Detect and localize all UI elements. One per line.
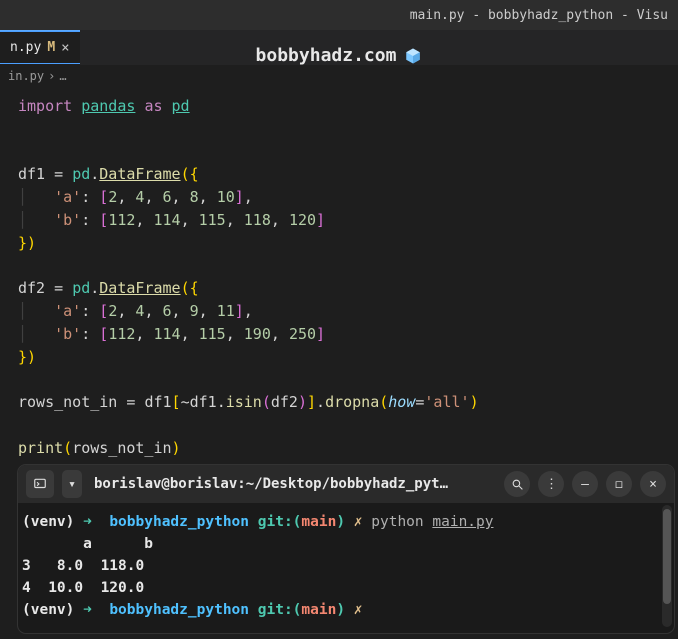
close-icon[interactable]: ×: [61, 40, 69, 56]
fn-print: print: [18, 439, 63, 457]
term-cmd-file: main.py: [432, 514, 493, 530]
num: 115: [199, 325, 226, 343]
var-df1: df1: [144, 393, 171, 411]
term-cmd: python: [371, 514, 423, 530]
term-venv: (venv): [22, 514, 74, 530]
term-output-row: 4 10.0 120.0: [22, 580, 144, 596]
var-df1: df1: [190, 393, 217, 411]
var-df2: df2: [18, 279, 45, 297]
obj-pd: pd: [72, 165, 90, 183]
num: 118: [244, 211, 271, 229]
num: 112: [108, 325, 135, 343]
scrollbar-thumb[interactable]: [663, 509, 671, 604]
terminal-icon: [33, 477, 47, 491]
var-df1: df1: [18, 165, 45, 183]
op-tilde: ~: [181, 393, 190, 411]
num: 190: [244, 325, 271, 343]
terminal-menu-button[interactable]: ⋮: [538, 471, 564, 497]
op-eq: =: [54, 279, 63, 297]
op-dot: .: [90, 165, 99, 183]
terminal-header: ▾ borislav@borislav:~/Desktop/bobbyhadz_…: [18, 465, 674, 503]
op-eq: =: [126, 393, 135, 411]
term-branch: main: [301, 514, 336, 530]
module-pandas: pandas: [81, 97, 135, 115]
key-b: 'b': [54, 325, 81, 343]
terminal-panel: ▾ borislav@borislav:~/Desktop/bobbyhadz_…: [18, 465, 674, 633]
maximize-icon: ◻: [615, 477, 623, 492]
op-dot: .: [90, 279, 99, 297]
term-output-header: a b: [22, 536, 153, 552]
num: 115: [199, 211, 226, 229]
num: 2: [108, 302, 117, 320]
term-dir: bobbyhadz_python: [109, 602, 249, 618]
term-arrow-icon: ➜: [83, 514, 92, 530]
window-title: main.py - bobbyhadz_python - Visu: [410, 8, 668, 23]
breadcrumb[interactable]: in.py › …: [0, 65, 678, 87]
term-output-row: 3 8.0 118.0: [22, 558, 144, 574]
key-a: 'a': [54, 302, 81, 320]
search-icon: [511, 478, 524, 491]
num: 8: [190, 188, 199, 206]
kebab-menu-icon: ⋮: [545, 477, 557, 492]
num: 9: [190, 302, 199, 320]
breadcrumb-more: …: [59, 69, 66, 83]
num: 10: [217, 188, 235, 206]
param-how: how: [388, 393, 415, 411]
num: 112: [108, 211, 135, 229]
fn-dropna: dropna: [325, 393, 379, 411]
terminal-close-button[interactable]: ×: [640, 471, 666, 497]
editor-tab-bar: n.py M ×: [0, 30, 678, 65]
fn-dataframe: DataFrame: [99, 165, 180, 183]
terminal-body[interactable]: (venv) ➜ bobbyhadz_python git:(main) ✗ p…: [18, 503, 674, 633]
terminal-scrollbar[interactable]: [662, 505, 672, 627]
alias-pd: pd: [172, 97, 190, 115]
term-git: git:: [258, 602, 293, 618]
num: 2: [108, 188, 117, 206]
terminal-search-button[interactable]: [504, 471, 530, 497]
breadcrumb-file: in.py: [8, 69, 44, 83]
minimize-icon: –: [581, 477, 589, 492]
chevron-right-icon: ›: [48, 69, 55, 83]
var-rows-not-in: rows_not_in: [72, 439, 171, 457]
num: 250: [289, 325, 316, 343]
term-dirty-icon: ✗: [354, 514, 363, 530]
key-a: 'a': [54, 188, 81, 206]
num: 114: [153, 211, 180, 229]
term-venv: (venv): [22, 602, 74, 618]
obj-pd: pd: [72, 279, 90, 297]
var-df2: df2: [271, 393, 298, 411]
term-dirty-icon: ✗: [354, 602, 363, 618]
keyword-import: import: [18, 97, 72, 115]
terminal-minimize-button[interactable]: –: [572, 471, 598, 497]
op-eq: =: [54, 165, 63, 183]
code-editor[interactable]: import pandas as pd df1 = pd.DataFrame({…: [0, 87, 678, 468]
window-title-bar: main.py - bobbyhadz_python - Visu: [0, 0, 678, 30]
str-all: 'all': [424, 393, 469, 411]
num: 120: [289, 211, 316, 229]
terminal-new-tab-button[interactable]: [26, 470, 54, 498]
fn-isin: isin: [226, 393, 262, 411]
editor-tab-main-py[interactable]: n.py M ×: [0, 30, 80, 65]
num: 6: [163, 188, 172, 206]
num: 114: [153, 325, 180, 343]
fn-dataframe: DataFrame: [99, 279, 180, 297]
term-branch: main: [301, 602, 336, 618]
num: 6: [163, 302, 172, 320]
var-rows-not-in: rows_not_in: [18, 393, 117, 411]
tab-modified-indicator: M: [47, 40, 55, 55]
key-b: 'b': [54, 211, 81, 229]
num: 11: [217, 302, 235, 320]
term-git: git:: [258, 514, 293, 530]
term-arrow-icon: ➜: [83, 602, 92, 618]
terminal-dropdown-button[interactable]: ▾: [62, 470, 82, 498]
terminal-maximize-button[interactable]: ◻: [606, 471, 632, 497]
chevron-down-icon: ▾: [68, 477, 76, 492]
term-dir: bobbyhadz_python: [109, 514, 249, 530]
terminal-title: borislav@borislav:~/Desktop/bobbyhadz_py…: [90, 476, 496, 492]
tab-filename: n.py: [10, 40, 41, 55]
keyword-as: as: [144, 97, 162, 115]
close-icon: ×: [649, 477, 657, 492]
